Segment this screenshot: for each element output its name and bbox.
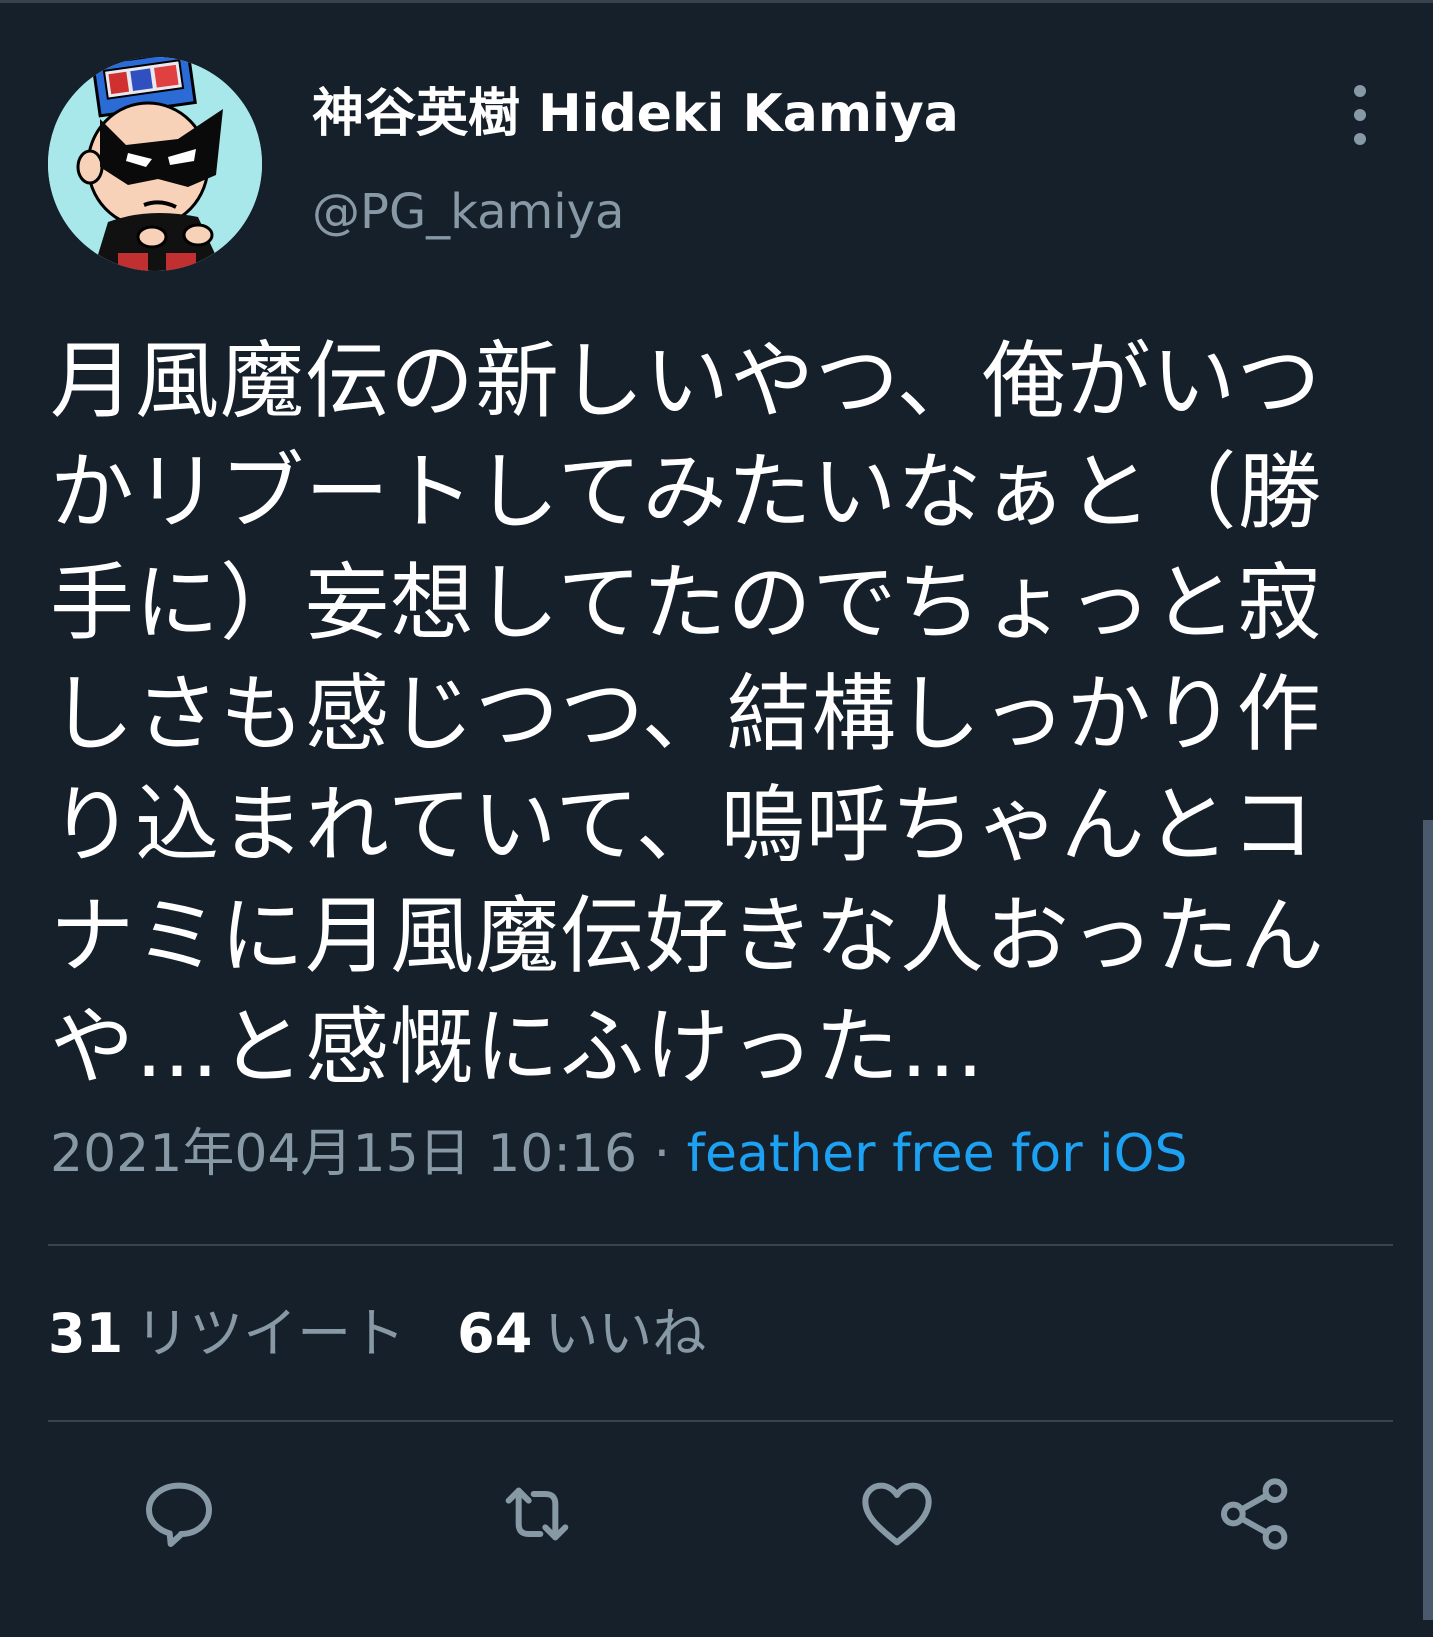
- retweet-icon: [505, 1487, 569, 1541]
- retweet-button[interactable]: [495, 1472, 579, 1556]
- tweet-stats: 31 リツイート 64 いいね: [48, 1300, 706, 1368]
- more-dot: [1354, 85, 1366, 97]
- scrollbar[interactable]: [1423, 820, 1433, 1620]
- retweets-stat[interactable]: 31 リツイート: [48, 1302, 405, 1365]
- likes-stat[interactable]: 64 いいね: [457, 1302, 706, 1365]
- more-options-icon[interactable]: [1340, 85, 1380, 145]
- avatar[interactable]: [48, 57, 262, 271]
- likes-count: 64: [457, 1302, 533, 1365]
- share-button[interactable]: [1213, 1472, 1297, 1556]
- reply-icon: [146, 1482, 212, 1547]
- meta-separator: ·: [637, 1124, 687, 1184]
- retweets-count: 31: [48, 1302, 124, 1365]
- tweet-timestamp[interactable]: 2021年04月15日 10:16: [50, 1124, 637, 1184]
- divider: [48, 1420, 1393, 1422]
- share-icon: [1221, 1478, 1288, 1550]
- avatar-icon: [48, 57, 262, 271]
- divider: [48, 1244, 1393, 1246]
- more-dot: [1354, 133, 1366, 145]
- tweet-text: 月風魔伝の新しいやつ、俺がいつ かリブートしてみたいなぁと（勝 手に）妄想してた…: [50, 332, 1326, 1096]
- display-name[interactable]: 神谷英樹 Hideki Kamiya: [312, 82, 959, 146]
- tweet-source-link[interactable]: feather free for iOS: [687, 1124, 1188, 1184]
- reply-button[interactable]: [137, 1472, 221, 1556]
- more-dot: [1354, 109, 1366, 121]
- heart-icon: [862, 1482, 932, 1546]
- like-button[interactable]: [855, 1472, 939, 1556]
- user-handle[interactable]: @PG_kamiya: [312, 182, 624, 242]
- tweet-meta: 2021年04月15日 10:16 · feather free for iOS: [50, 1122, 1188, 1186]
- retweets-label: リツイート: [135, 1302, 406, 1365]
- top-border: [0, 0, 1433, 3]
- likes-label: いいね: [544, 1302, 707, 1365]
